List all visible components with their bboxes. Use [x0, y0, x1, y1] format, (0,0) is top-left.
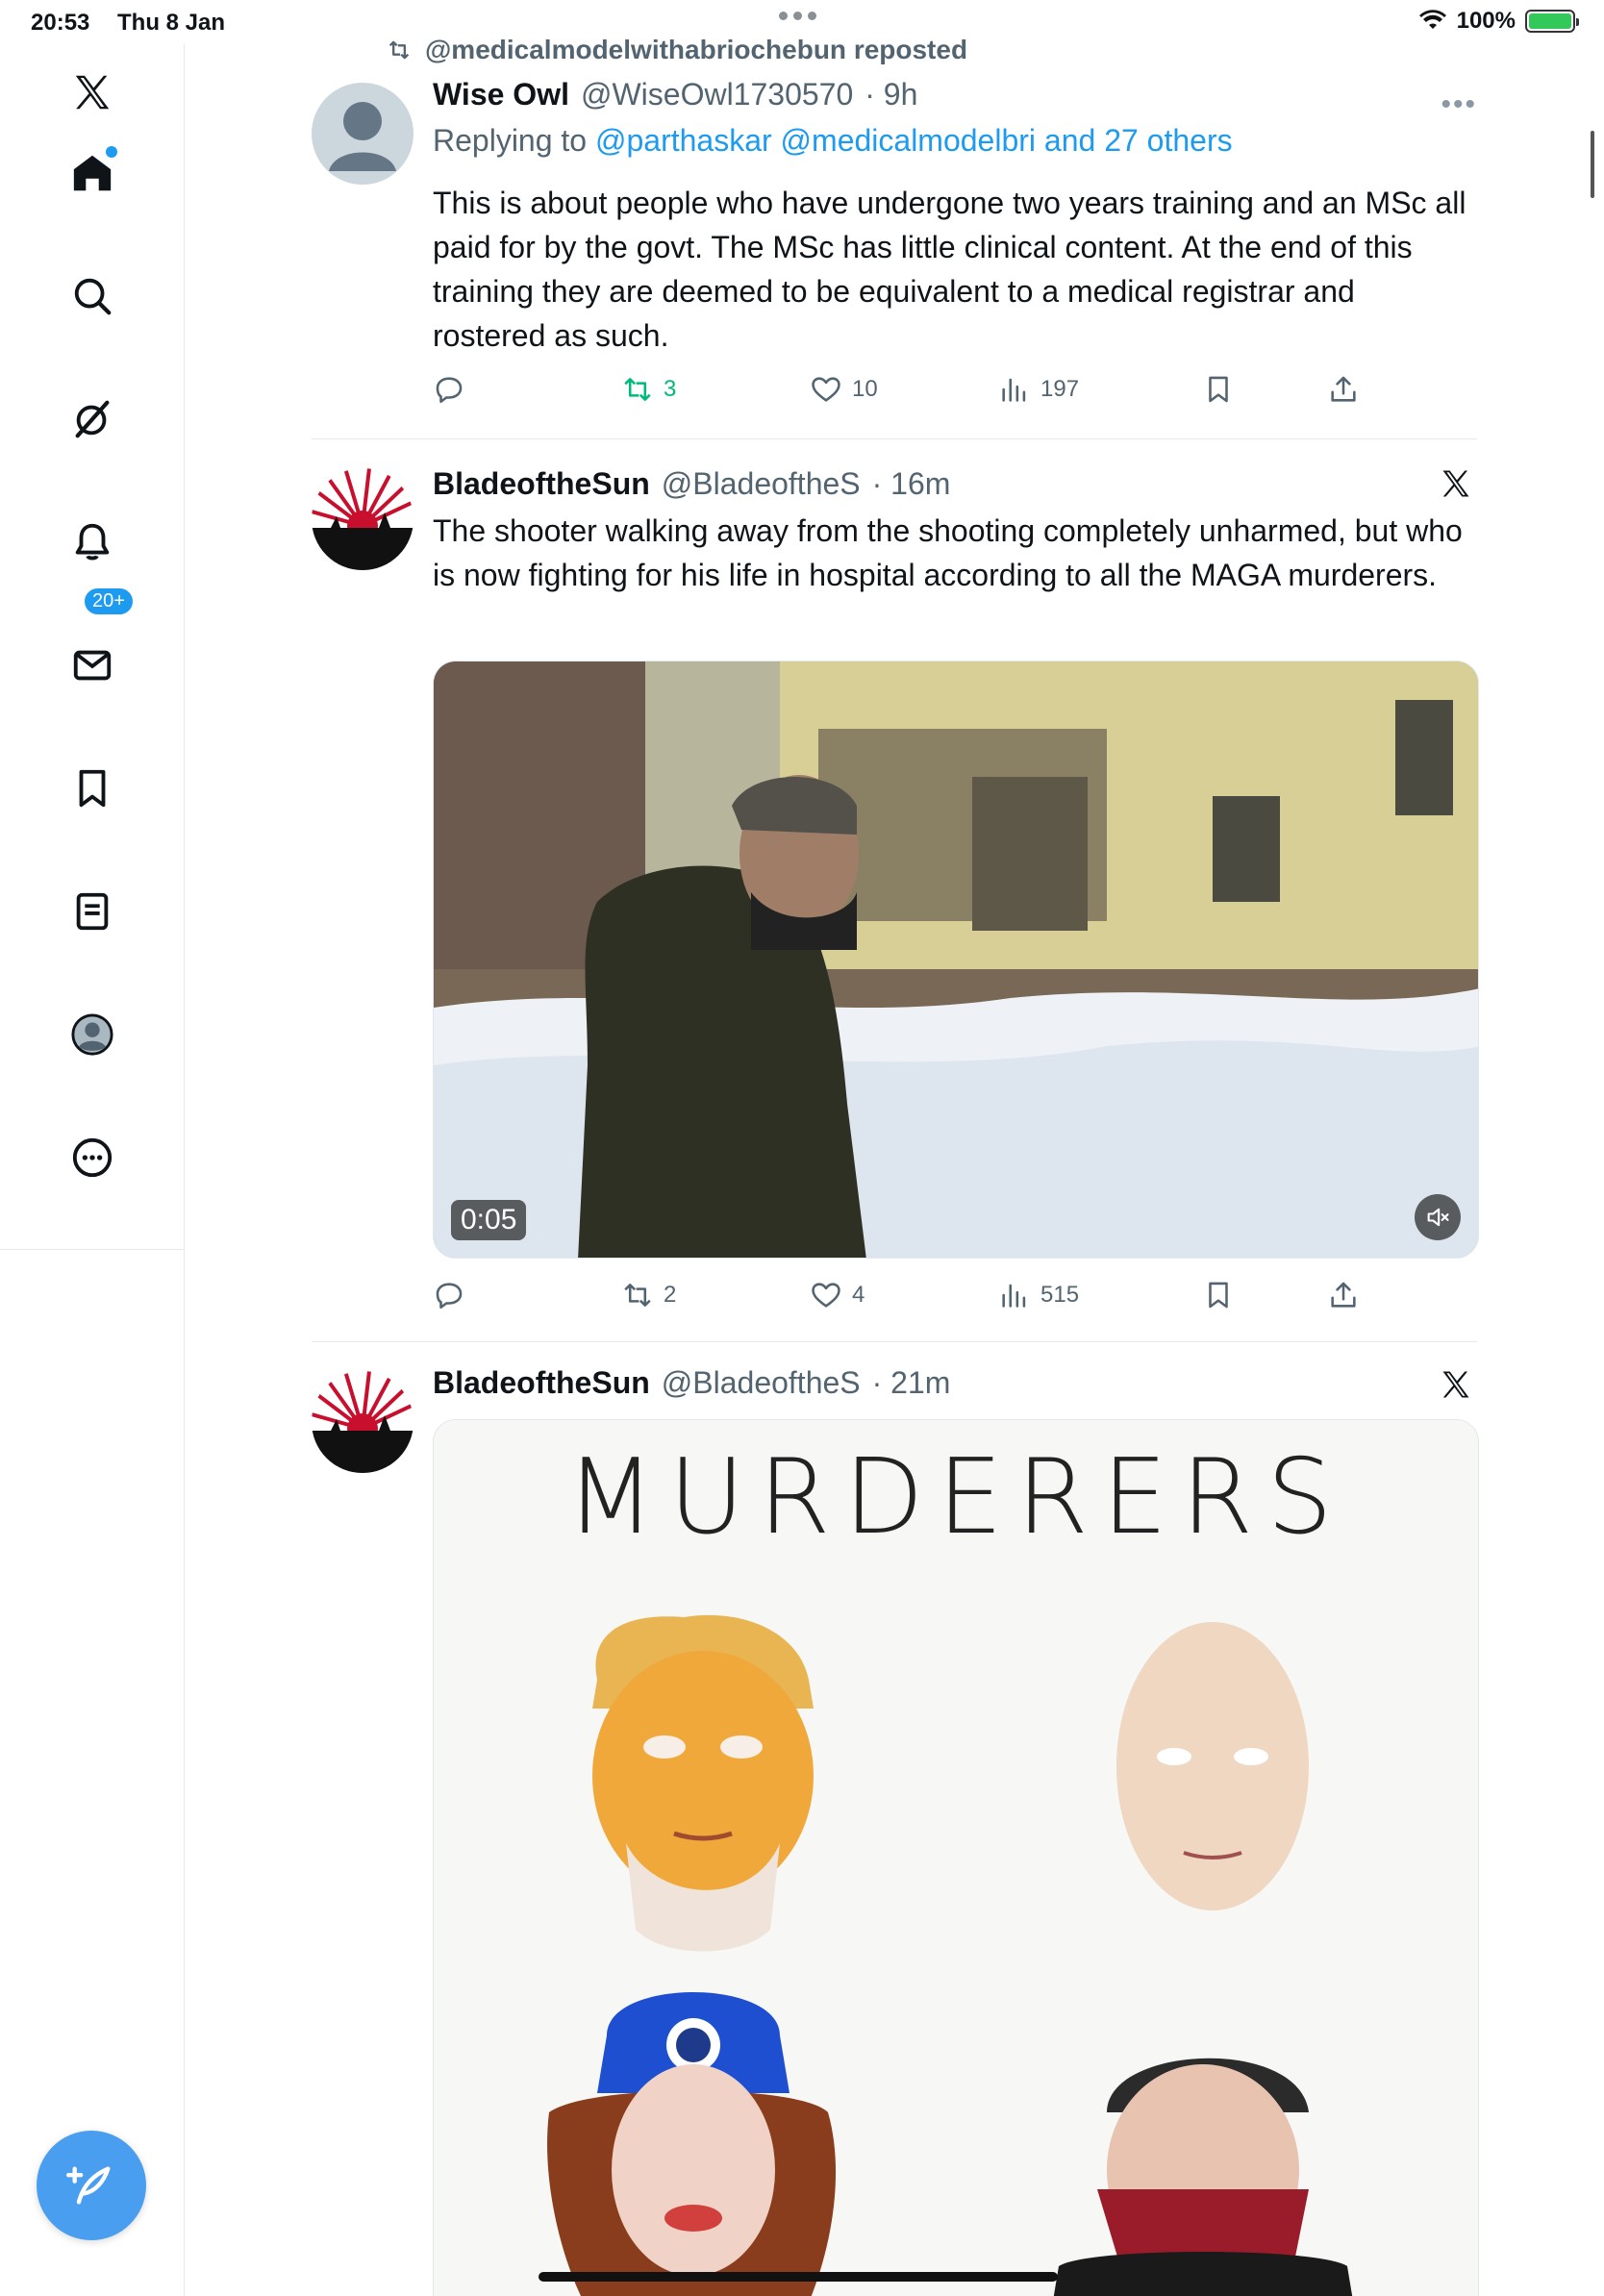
tweet-more-icon[interactable]: ••• — [1441, 88, 1477, 121]
search-icon[interactable] — [63, 267, 121, 325]
views-count: 197 — [1040, 376, 1080, 402]
user-handle[interactable]: @WiseOwl1730570 — [581, 77, 853, 112]
home-indicator[interactable] — [539, 2272, 1058, 2282]
bookmark-icon — [1209, 1282, 1228, 1309]
mute-button[interactable] — [1415, 1194, 1461, 1240]
bookmarks-icon[interactable] — [63, 760, 121, 817]
tweet-actions: 2 4 515 — [433, 1279, 1394, 1317]
heart-icon — [812, 377, 840, 402]
views-button[interactable]: 515 — [998, 1279, 1079, 1311]
repost-small-icon — [388, 40, 410, 60]
status-time: 20:53 — [31, 10, 90, 36]
avatar-bladeofthesun[interactable] — [312, 468, 414, 570]
repost-label: @medicalmodelwithabriochebun reposted — [425, 35, 968, 64]
display-name[interactable]: BladeoftheSun — [433, 1365, 650, 1401]
reply-button[interactable] — [433, 1279, 465, 1311]
volume-muted-icon — [1427, 1208, 1449, 1227]
grok-icon[interactable] — [63, 390, 121, 448]
share-icon — [1331, 1282, 1356, 1308]
repost-indicator: @medicalmodelwithabriochebun reposted — [385, 35, 967, 65]
tweet-text: This is about people who have undergone … — [433, 186, 1466, 353]
home-icon[interactable] — [63, 144, 121, 202]
like-count: 4 — [852, 1282, 865, 1308]
more-icon[interactable] — [63, 1129, 121, 1186]
retweet-button[interactable]: 2 — [621, 1279, 676, 1311]
home-unread-dot — [106, 146, 117, 158]
sidebar-nav: 20+ — [0, 44, 185, 2296]
battery-icon — [1525, 10, 1579, 33]
status-date: Thu 8 Jan — [117, 10, 226, 36]
tweet-actions: 3 10 197 — [433, 373, 1394, 412]
retweet-count: 2 — [664, 1282, 677, 1308]
share-icon — [1331, 376, 1356, 402]
display-name[interactable]: BladeoftheSun — [433, 466, 650, 502]
heart-icon — [812, 1283, 840, 1308]
replying-to: Replying to @parthaskar @medicalmodelbri… — [433, 123, 1233, 159]
views-count: 515 — [1040, 1282, 1080, 1308]
like-button[interactable]: 10 — [810, 373, 878, 406]
display-name[interactable]: Wise Owl — [433, 77, 569, 112]
scrollbar-thumb[interactable] — [1591, 131, 1594, 198]
user-handle[interactable]: @BladeoftheS — [662, 466, 861, 502]
x-grok-icon[interactable] — [1439, 1367, 1473, 1402]
timeline-feed: @medicalmodelwithabriochebun reposted Wi… — [312, 0, 1479, 2296]
tweet-wise-owl[interactable]: @medicalmodelwithabriochebun reposted Wi… — [312, 0, 1477, 438]
replying-links[interactable]: @parthaskar @medicalmodelbri and 27 othe… — [595, 123, 1233, 158]
tweet-bladeofthesun-image[interactable]: BladeoftheSun @BladeoftheS · 21m MURDERE… — [312, 1342, 1479, 2296]
bookmark-button[interactable] — [1202, 1279, 1235, 1311]
like-count: 10 — [852, 376, 878, 402]
tweet-time[interactable]: · 9h — [865, 77, 917, 112]
tweet-header: Wise Owl @WiseOwl1730570 · 9h — [433, 77, 917, 112]
tweet-time[interactable]: · 21m — [872, 1365, 951, 1401]
user-handle[interactable]: @BladeoftheS — [662, 1365, 861, 1401]
reply-button[interactable] — [433, 373, 465, 406]
sidebar-top-section: 20+ — [0, 44, 185, 1250]
compose-icon — [66, 2166, 111, 2205]
x-grok-icon[interactable] — [1439, 466, 1473, 501]
avatar-wise-owl[interactable] — [312, 83, 414, 185]
tweet-time[interactable]: · 16m — [872, 466, 951, 502]
reply-icon — [436, 377, 463, 404]
views-icon — [1002, 1284, 1026, 1308]
drawing-illustration — [547, 1614, 1353, 2296]
lists-icon[interactable] — [63, 883, 121, 940]
share-button[interactable] — [1327, 373, 1360, 406]
notifications-badge: 20+ — [83, 586, 135, 616]
compose-button[interactable] — [37, 2131, 146, 2240]
tweet-header: BladeoftheSun @BladeoftheS · 16m — [433, 466, 950, 502]
reply-icon — [436, 1283, 463, 1310]
tweet-header: BladeoftheSun @BladeoftheS · 21m — [433, 1365, 950, 1401]
share-button[interactable] — [1327, 1279, 1360, 1311]
bookmark-icon — [1209, 376, 1228, 403]
tweet-bladeofthesun-video[interactable]: BladeoftheSun @BladeoftheS · 16m The sho… — [312, 439, 1479, 1341]
retweet-button[interactable]: 3 — [621, 373, 676, 406]
like-button[interactable]: 4 — [810, 1279, 865, 1311]
views-button[interactable]: 197 — [998, 373, 1079, 406]
profile-icon[interactable] — [63, 1006, 121, 1063]
notifications-icon[interactable] — [63, 513, 121, 571]
retweet-icon — [624, 378, 651, 401]
avatar-bladeofthesun[interactable] — [312, 1371, 414, 1473]
messages-icon[interactable] — [63, 636, 121, 694]
retweet-count: 3 — [664, 376, 677, 402]
video-duration: 0:05 — [451, 1200, 527, 1240]
video-frame — [434, 661, 1478, 1258]
replying-prefix: Replying to — [433, 123, 588, 158]
retweet-icon — [624, 1284, 651, 1307]
bookmark-button[interactable] — [1202, 373, 1235, 406]
x-logo-icon[interactable] — [63, 63, 121, 121]
tweet-text: The shooter walking away from the shooti… — [433, 513, 1463, 592]
tweet-video[interactable]: 0:05 — [433, 661, 1479, 1259]
views-icon — [1002, 378, 1026, 402]
tweet-image[interactable]: MURDERERS — [433, 1419, 1479, 2296]
